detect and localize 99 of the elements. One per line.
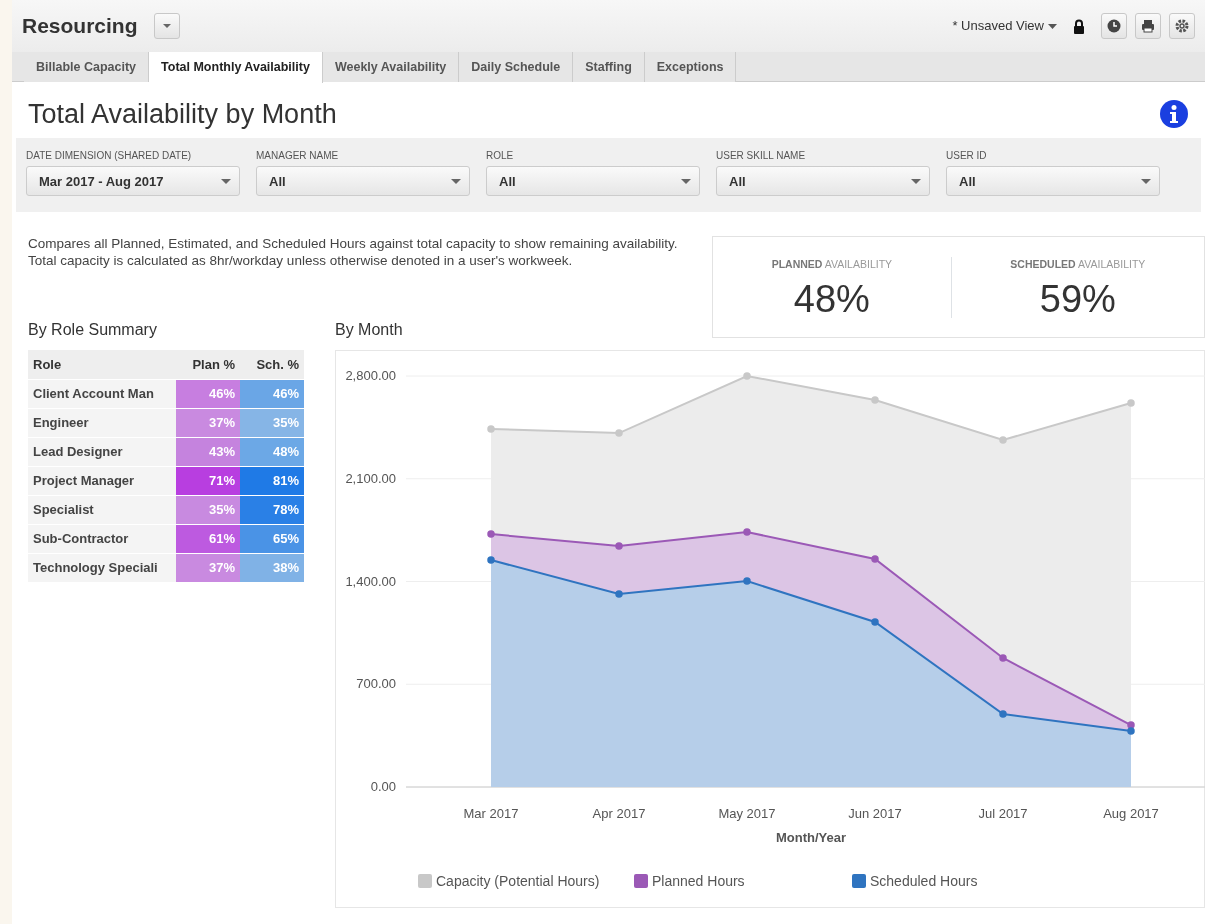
printer-icon	[1141, 19, 1155, 33]
data-point	[615, 542, 623, 551]
table-cell: Client Account Man	[28, 379, 176, 409]
caret-icon	[221, 178, 231, 184]
data-point	[1127, 399, 1135, 408]
table-cell: Lead Designer	[28, 437, 176, 467]
data-point	[743, 528, 751, 537]
y-tick-label: 1,400.00	[345, 573, 396, 589]
y-tick-label: 2,100.00	[345, 471, 396, 487]
data-point	[871, 618, 879, 627]
lock-icon	[1073, 18, 1085, 34]
x-tick-label: Aug 2017	[1103, 806, 1159, 822]
data-point	[871, 555, 879, 564]
x-tick-label: Jun 2017	[848, 806, 902, 822]
tab[interactable]: Staffing	[573, 52, 645, 82]
data-point	[999, 710, 1007, 719]
filter-label: ROLE	[486, 149, 515, 164]
filter-dropdown[interactable]: All	[486, 166, 700, 197]
x-tick-label: May 2017	[718, 806, 776, 822]
percent-cell: 78%	[240, 495, 304, 525]
settings-icon	[1175, 19, 1189, 33]
percent-cell: 35%	[240, 408, 304, 438]
section-title: By Month	[335, 320, 404, 341]
x-tick-label: Apr 2017	[592, 806, 646, 822]
caret-icon	[1048, 23, 1057, 29]
percent-cell: 46%	[240, 379, 304, 409]
filter-label: MANAGER NAME	[256, 149, 340, 164]
filter-label: USER ID	[946, 149, 988, 164]
percent-cell: 81%	[240, 466, 304, 496]
table-cell: Engineer	[28, 408, 176, 438]
page-title: Total Availability by Month	[28, 98, 337, 131]
print-button[interactable]	[1135, 13, 1161, 39]
data-point	[743, 577, 751, 586]
percent-cell: 35%	[176, 495, 240, 525]
legend-label: Scheduled Hours	[870, 873, 978, 890]
tab[interactable]: Billable Capacity	[24, 52, 150, 82]
tab[interactable]: Daily Schedule	[459, 52, 574, 82]
filter-dropdown[interactable]: All	[716, 166, 930, 197]
kpi-label: SCHEDULED AVAILABILITY	[1009, 256, 1147, 272]
table-cell: Sub-Contractor	[28, 524, 176, 554]
data-point	[487, 530, 495, 539]
column-header: Plan %	[176, 350, 240, 380]
legend-swatch	[634, 874, 648, 889]
column-header: Role	[28, 350, 176, 380]
app-title: Resourcing	[22, 13, 138, 40]
kpi-label: PLANNED AVAILABILITY	[770, 256, 894, 272]
percent-cell: 65%	[240, 524, 304, 554]
x-tick-label: Mar 2017	[463, 806, 519, 822]
legend-label: Planned Hours	[652, 873, 745, 890]
info-icon	[1159, 99, 1189, 130]
view-selector[interactable]: * Unsaved View	[952, 16, 1057, 36]
x-tick-label: Jul 2017	[978, 806, 1028, 822]
data-point	[999, 654, 1007, 663]
data-point	[999, 436, 1007, 445]
percent-cell: 46%	[176, 379, 240, 409]
tab[interactable]: Weekly Availability	[322, 52, 460, 82]
x-axis-label: Month/Year	[775, 830, 847, 846]
caret-icon	[681, 178, 691, 184]
data-point	[743, 372, 751, 381]
percent-cell: 37%	[176, 408, 240, 438]
percent-cell: 38%	[240, 553, 304, 583]
legend-swatch	[852, 874, 866, 889]
percent-cell: 43%	[176, 437, 240, 467]
column-header: Sch. %	[240, 350, 304, 380]
data-point	[487, 556, 495, 565]
filter-dropdown[interactable]: All	[256, 166, 470, 197]
clock-icon	[1107, 19, 1121, 33]
description-text: Compares all Planned, Estimated, and Scheduled Hours against total capacity to show remaining availability. Total capacity is calculated as 8hr/workday unless otherwise denoted in a user's workweek.	[28, 236, 678, 269]
caret-icon	[451, 178, 461, 184]
y-tick-label: 0.00	[370, 779, 396, 795]
percent-cell: 48%	[240, 437, 304, 467]
percent-cell: 37%	[176, 553, 240, 583]
filter-label: USER SKILL NAME	[716, 149, 807, 164]
table-cell: Specialist	[28, 495, 176, 525]
data-point	[487, 425, 495, 434]
tab[interactable]: Exceptions	[644, 52, 737, 82]
table-cell: Project Manager	[28, 466, 176, 496]
caret-icon	[911, 178, 921, 184]
caret-icon	[1141, 178, 1151, 184]
data-point	[871, 396, 879, 405]
y-tick-label: 700.00	[356, 676, 396, 692]
filter-label: DATE DIMENSION (SHARED DATE)	[26, 149, 193, 164]
percent-cell: 71%	[176, 466, 240, 496]
filter-dropdown[interactable]: All	[946, 166, 1160, 197]
legend-swatch	[418, 874, 432, 889]
y-tick-label: 2,800.00	[345, 368, 396, 384]
history-button[interactable]	[1101, 13, 1127, 39]
data-point	[615, 590, 623, 599]
kpi-value: 48%	[792, 280, 871, 319]
settings-button[interactable]	[1169, 13, 1195, 39]
section-title: By Role Summary	[28, 320, 158, 341]
percent-cell: 61%	[176, 524, 240, 554]
caret-icon	[161, 23, 172, 29]
data-point	[615, 429, 623, 438]
filter-dropdown[interactable]: Mar 2017 - Aug 2017	[26, 166, 240, 197]
kpi-value: 59%	[1038, 280, 1117, 319]
legend-label: Capacity (Potential Hours)	[436, 873, 600, 890]
tab[interactable]: Total Monthly Availability	[149, 52, 323, 83]
table-cell: Technology Speciali	[28, 553, 176, 583]
